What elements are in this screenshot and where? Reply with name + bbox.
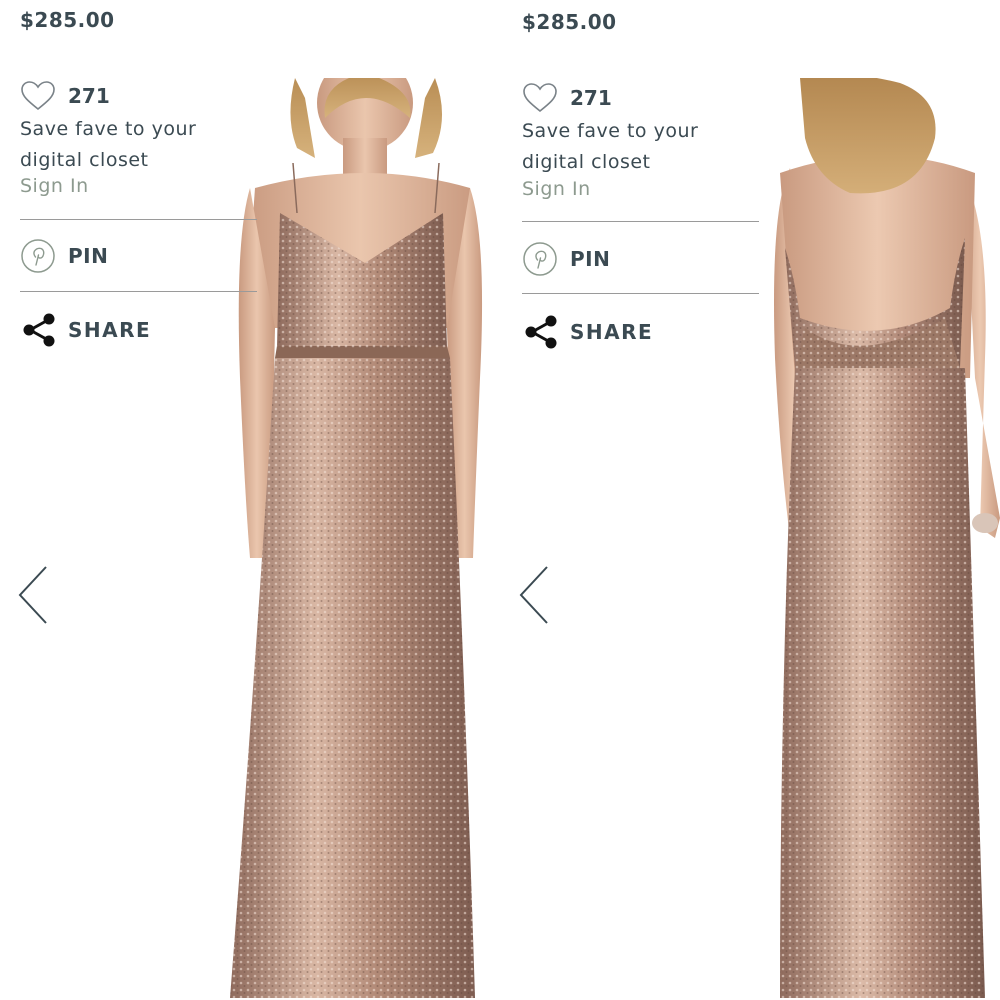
divider: [522, 221, 759, 222]
pin-label: PIN: [570, 247, 611, 271]
price: $285.00: [522, 10, 617, 34]
share-label: SHARE: [570, 320, 654, 344]
divider: [522, 293, 759, 294]
divider: [20, 291, 257, 292]
chevron-left-icon: [18, 566, 47, 624]
pinterest-icon: [21, 239, 55, 273]
fave-row[interactable]: 271: [522, 82, 612, 114]
pin-button[interactable]: PIN: [522, 241, 610, 277]
pin-button[interactable]: PIN: [20, 238, 108, 274]
product-panel-front: $285.00 271 Save fave to your digital cl…: [0, 0, 498, 1000]
prev-image-button[interactable]: [515, 563, 555, 627]
share-button[interactable]: SHARE: [522, 313, 653, 351]
pinterest-icon: [523, 242, 557, 276]
share-icon: [23, 313, 55, 347]
share-label: SHARE: [68, 318, 152, 342]
share-icon: [525, 315, 557, 349]
heart-outline-icon[interactable]: [20, 80, 56, 112]
save-fave-text: Save fave to your digital closet: [522, 120, 699, 173]
pin-label: PIN: [68, 244, 109, 268]
chevron-left-icon: [519, 566, 548, 624]
product-panel-back: $285.00 271 Save fave to your digital cl…: [502, 0, 1000, 1000]
price: $285.00: [20, 8, 115, 32]
product-photo-back: [760, 78, 1000, 998]
product-photo-front: [225, 78, 483, 998]
sign-in-link[interactable]: Sign In: [20, 175, 89, 197]
divider: [20, 219, 257, 220]
heart-outline-icon[interactable]: [522, 82, 558, 114]
share-button[interactable]: SHARE: [20, 311, 151, 349]
fave-row[interactable]: 271: [20, 80, 110, 112]
fave-count: 271: [570, 86, 612, 110]
sign-in-link[interactable]: Sign In: [522, 178, 591, 200]
prev-image-button[interactable]: [14, 563, 54, 627]
save-fave-text: Save fave to your digital closet: [20, 118, 197, 171]
fave-count: 271: [68, 84, 110, 108]
